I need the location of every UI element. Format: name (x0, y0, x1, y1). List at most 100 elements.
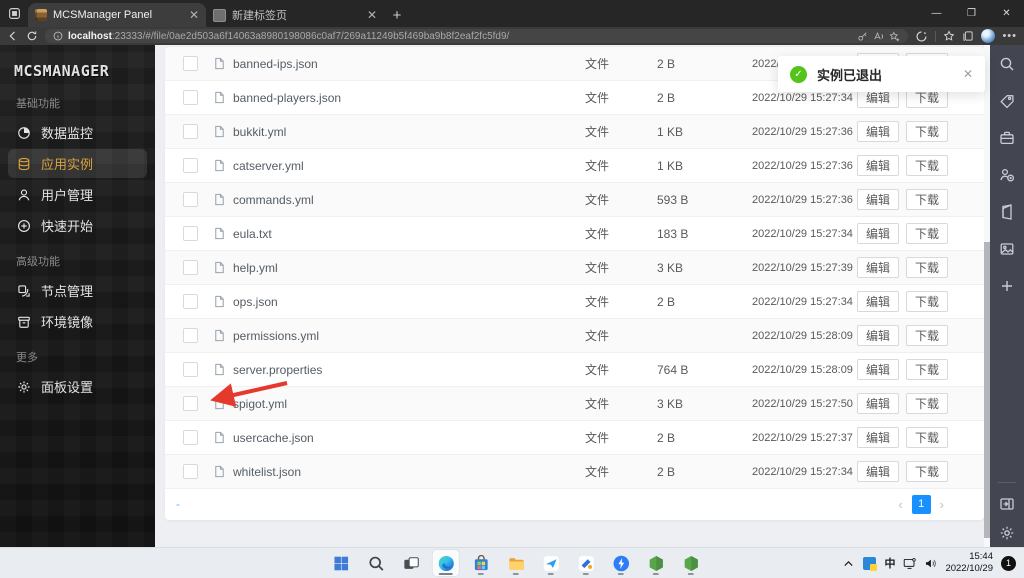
tab-close-icon[interactable]: ✕ (189, 9, 199, 21)
nodejs-button-2[interactable] (678, 550, 704, 576)
file-name-cell[interactable]: ops.json (213, 295, 585, 309)
speaker-icon[interactable] (924, 557, 937, 570)
edit-button[interactable]: 编辑 (857, 121, 900, 142)
file-name-cell[interactable]: banned-ips.json (213, 57, 585, 71)
file-name-cell[interactable]: usercache.json (213, 431, 585, 445)
file-row[interactable]: usercache.json 文件 2 B 2022/10/29 15:27:37 编辑… (165, 421, 984, 455)
browser-tab-mcsmanager[interactable]: MCSManager Panel ✕ (28, 3, 206, 27)
sidebar-item-database[interactable]: 应用实例 (8, 149, 147, 178)
edge-sidebar-office-icon[interactable] (999, 204, 1015, 220)
file-name-cell[interactable]: whitelist.json (213, 465, 585, 479)
blue-bird-app-button[interactable] (538, 550, 564, 576)
lightning-app-button[interactable] (608, 550, 634, 576)
refresh-icon[interactable] (26, 30, 38, 42)
favorites-star-icon[interactable] (943, 30, 955, 42)
restore-button[interactable]: ❐ (954, 0, 989, 27)
edit-button[interactable]: 编辑 (857, 461, 900, 482)
ime-language-indicator[interactable]: 中 (884, 555, 895, 571)
row-checkbox[interactable] (183, 362, 198, 377)
download-button[interactable]: 下载 (906, 223, 949, 244)
download-button[interactable]: 下载 (906, 325, 949, 346)
sidebar-item-gear[interactable]: 面板设置 (8, 372, 147, 401)
nodejs-button[interactable] (643, 550, 669, 576)
edit-button[interactable]: 编辑 (857, 155, 900, 176)
download-button[interactable]: 下载 (906, 257, 949, 278)
add-favorite-star-icon[interactable] (889, 30, 900, 42)
file-row[interactable]: ops.json 文件 2 B 2022/10/29 15:27:34 编辑 下载 (165, 285, 984, 319)
file-name-cell[interactable]: banned-players.json (213, 91, 585, 105)
row-checkbox[interactable] (183, 192, 198, 207)
edit-button[interactable]: 编辑 (857, 291, 900, 312)
site-info-icon[interactable] (53, 31, 63, 41)
row-checkbox[interactable] (183, 90, 198, 105)
search-button[interactable] (363, 550, 389, 576)
download-button[interactable]: 下载 (906, 427, 949, 448)
discover-icon[interactable] (915, 30, 928, 43)
profile-avatar[interactable] (981, 29, 996, 43)
file-row[interactable]: server.properties 文件 764 B 2022/10/29 15:28… (165, 353, 984, 387)
read-aloud-icon[interactable] (873, 31, 884, 42)
sidebar-item-nodes[interactable]: 节点管理 (8, 276, 147, 305)
current-page-button[interactable]: 1 (911, 494, 931, 514)
download-button[interactable]: 下载 (906, 393, 949, 414)
edge-sidebar-open-sidebar-icon[interactable] (999, 496, 1015, 512)
display-cast-icon[interactable] (903, 557, 917, 570)
file-row[interactable]: eula.txt 文件 183 B 2022/10/29 15:27:34 编辑 下载 (165, 217, 984, 251)
row-checkbox[interactable] (183, 430, 198, 445)
edge-sidebar-add-icon[interactable] (999, 278, 1015, 294)
file-row[interactable]: help.yml 文件 3 KB 2022/10/29 15:27:39 编辑 下载 (165, 251, 984, 285)
prev-page-icon[interactable]: ‹ (898, 497, 902, 512)
tab-close-icon[interactable]: ✕ (367, 9, 377, 21)
file-explorer-button[interactable] (503, 550, 529, 576)
browser-tab-newtab[interactable]: 新建标签页 ✕ (206, 3, 384, 27)
file-row[interactable]: whitelist.json 文件 2 B 2022/10/29 15:27:34 编辑… (165, 455, 984, 489)
edge-sidebar-shopping-tag-icon[interactable] (999, 93, 1015, 109)
row-checkbox[interactable] (183, 158, 198, 173)
row-checkbox[interactable] (183, 260, 198, 275)
tray-clock[interactable]: 15:44 2022/10/29 (945, 551, 993, 576)
download-button[interactable]: 下载 (906, 359, 949, 380)
edge-sidebar-image-gallery-icon[interactable] (999, 241, 1015, 257)
download-button[interactable]: 下载 (906, 189, 949, 210)
edit-button[interactable]: 编辑 (857, 325, 900, 346)
edge-sidebar-tools-briefcase-icon[interactable] (999, 130, 1015, 146)
sidebar-item-user[interactable]: 用户管理 (8, 180, 147, 209)
row-checkbox[interactable] (183, 124, 198, 139)
edge-sidebar-games-person-icon[interactable] (999, 167, 1015, 183)
row-checkbox[interactable] (183, 396, 198, 411)
address-bar[interactable]: localhost:23333/#/file/0ae2d503a6f14063a… (45, 29, 909, 43)
back-icon[interactable] (7, 30, 19, 42)
password-key-icon[interactable] (857, 31, 868, 42)
file-name-cell[interactable]: bukkit.yml (213, 125, 585, 139)
file-name-cell[interactable]: commands.yml (213, 193, 585, 207)
notification-count-badge[interactable]: 1 (1001, 555, 1016, 571)
t-logo-app-button[interactable] (573, 550, 599, 576)
tray-chevron-up-icon[interactable] (842, 557, 855, 570)
edit-button[interactable]: 编辑 (857, 427, 900, 448)
start-button[interactable] (328, 550, 354, 576)
edit-button[interactable]: 编辑 (857, 359, 900, 380)
row-checkbox[interactable] (183, 294, 198, 309)
collections-icon[interactable] (962, 30, 974, 42)
file-name-cell[interactable]: spigot.yml (213, 397, 585, 411)
file-row[interactable]: catserver.yml 文件 1 KB 2022/10/29 15:27:36 编辑… (165, 149, 984, 183)
edge-sidebar-search-icon[interactable] (999, 56, 1015, 72)
file-row[interactable]: bukkit.yml 文件 1 KB 2022/10/29 15:27:36 编辑 下载 (165, 115, 984, 149)
more-menu-icon[interactable]: ••• (1002, 30, 1017, 42)
next-page-icon[interactable]: › (940, 497, 944, 512)
store-button[interactable] (468, 550, 494, 576)
file-name-cell[interactable]: help.yml (213, 261, 585, 275)
download-button[interactable]: 下载 (906, 121, 949, 142)
new-tab-button[interactable]: + (384, 3, 410, 27)
task-view-button[interactable] (398, 550, 424, 576)
download-button[interactable]: 下载 (906, 461, 949, 482)
edit-button[interactable]: 编辑 (857, 257, 900, 278)
tab-actions-button[interactable] (0, 0, 28, 27)
file-name-cell[interactable]: eula.txt (213, 227, 585, 241)
file-name-cell[interactable]: server.properties (213, 363, 585, 377)
sidebar-item-pie-chart[interactable]: 数据监控 (8, 118, 147, 147)
sidebar-item-image-box[interactable]: 环境镜像 (8, 307, 147, 336)
row-checkbox[interactable] (183, 56, 198, 71)
file-row[interactable]: commands.yml 文件 593 B 2022/10/29 15:27:36 编辑… (165, 183, 984, 217)
edit-button[interactable]: 编辑 (857, 223, 900, 244)
